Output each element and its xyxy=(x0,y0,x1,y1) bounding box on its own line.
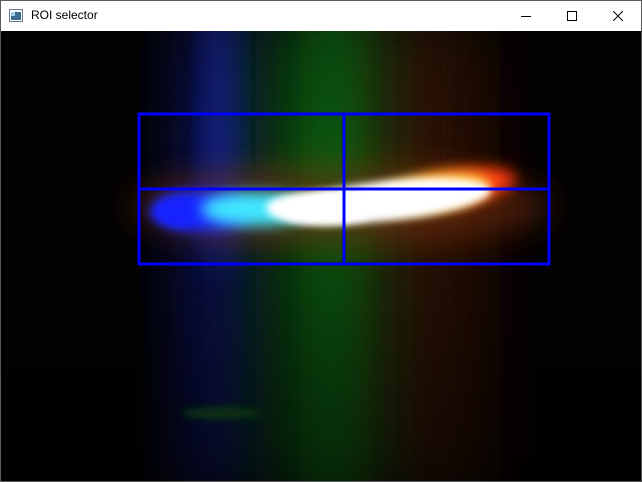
roi-selector-window: ROI selector xyxy=(0,0,642,482)
window-title: ROI selector xyxy=(31,8,98,22)
band-shading xyxy=(1,31,641,481)
maximize-icon xyxy=(567,11,577,21)
minimize-icon xyxy=(521,16,531,17)
maximize-button[interactable] xyxy=(549,1,595,31)
faint-reflection xyxy=(181,407,261,419)
camera-frame[interactable] xyxy=(1,31,641,481)
streak-blue-tip xyxy=(153,197,209,227)
streak-white-core xyxy=(266,191,376,225)
camera-viewport[interactable] xyxy=(1,31,641,481)
app-icon xyxy=(9,9,23,22)
title-bar[interactable]: ROI selector xyxy=(1,1,641,31)
minimize-button[interactable] xyxy=(503,1,549,31)
close-button[interactable] xyxy=(595,1,641,31)
close-icon xyxy=(613,11,623,21)
ambient-spectrum-bands xyxy=(1,31,641,481)
